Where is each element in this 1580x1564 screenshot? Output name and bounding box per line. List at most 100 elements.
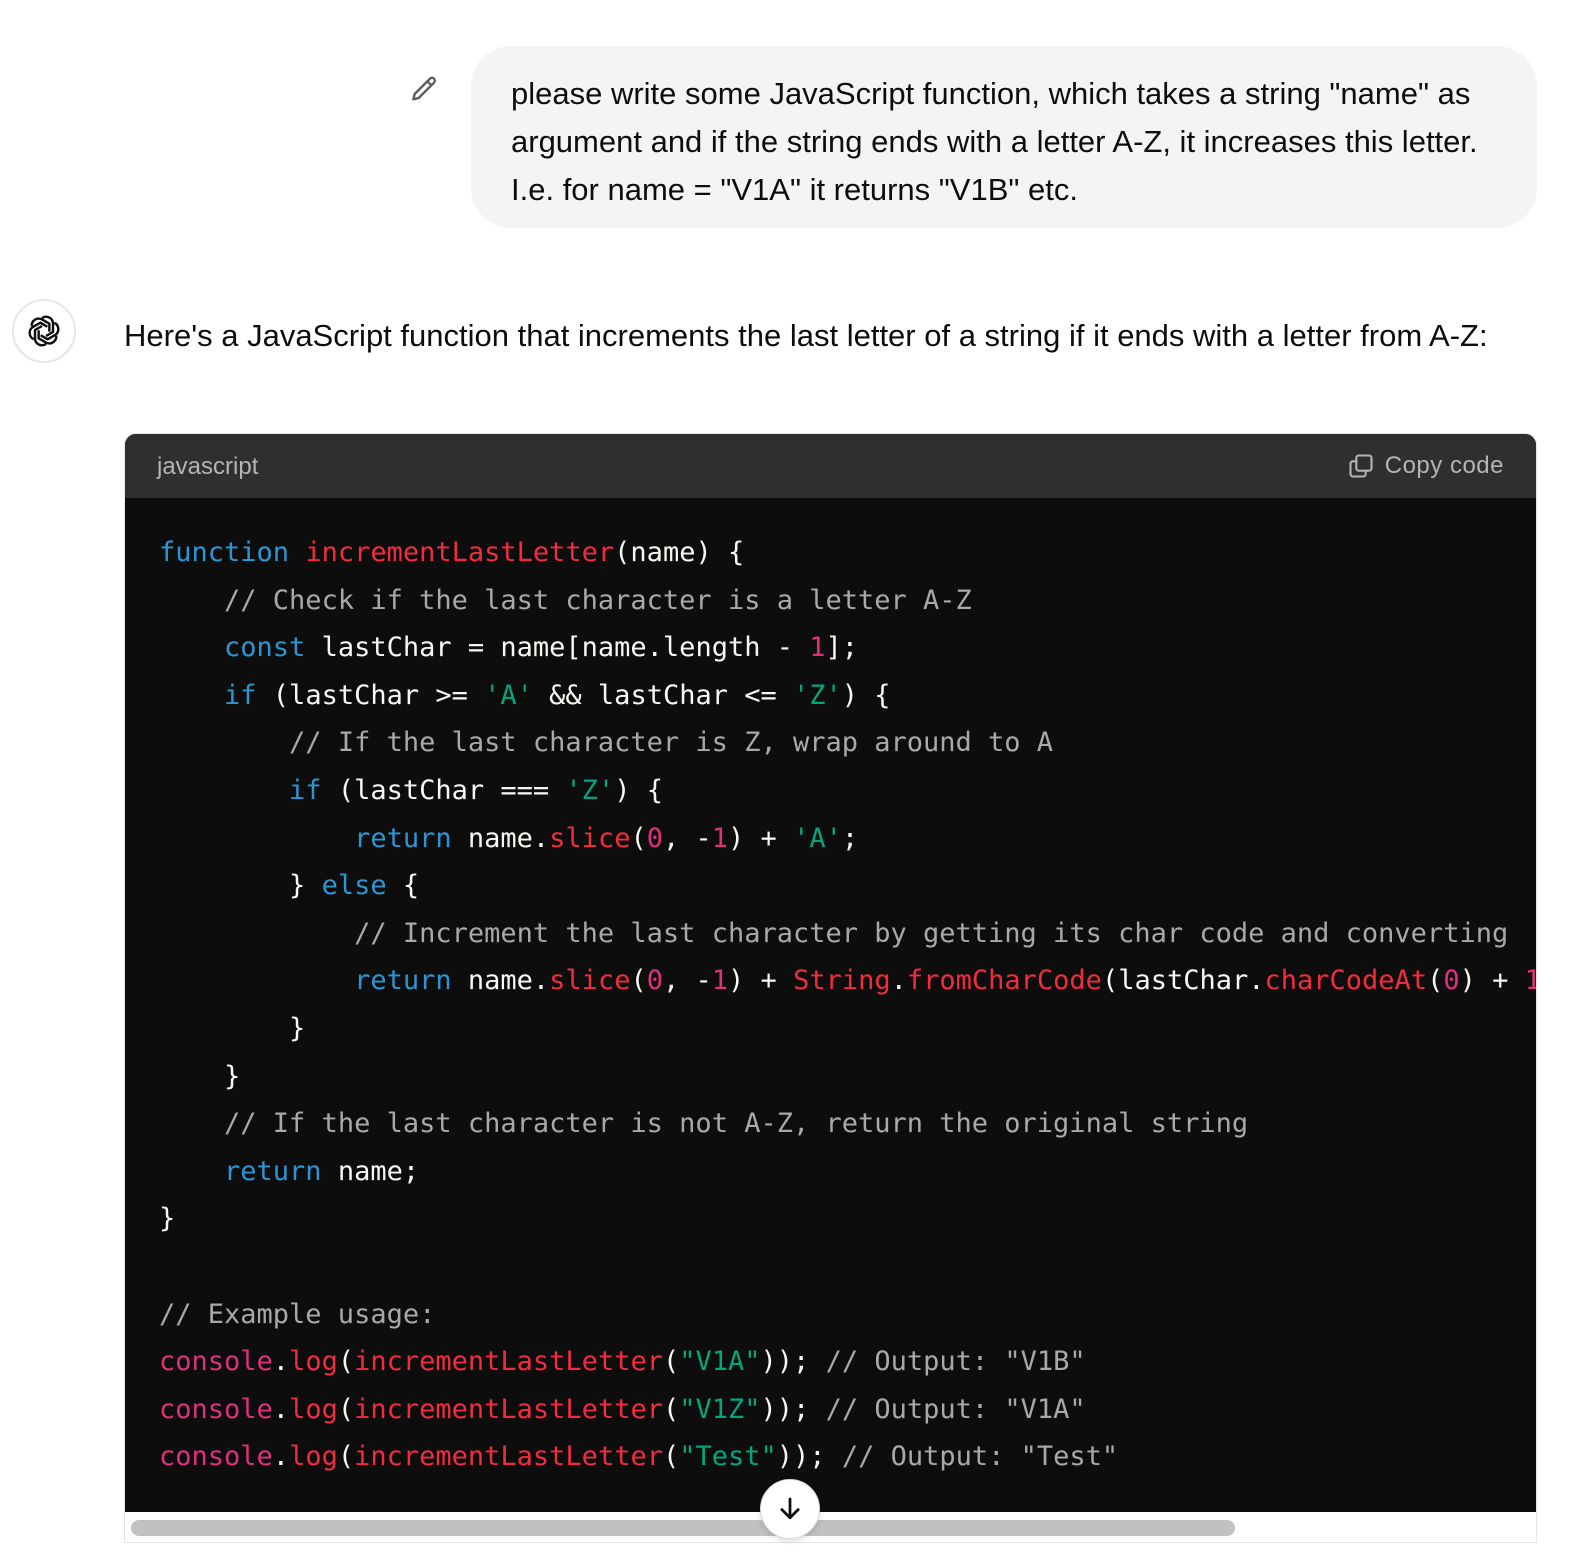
code-token: lastChar = name[name.length -: [305, 632, 810, 664]
code-token: // Check if the last character is a lett…: [224, 584, 972, 616]
code-token: ) +: [728, 965, 794, 997]
code-token: log: [289, 1441, 338, 1473]
code-token: name;: [321, 1155, 420, 1187]
code-token: , -: [662, 822, 712, 854]
code-token: slice: [549, 965, 631, 997]
code-line: }: [159, 1061, 240, 1092]
code-token: (: [662, 1441, 680, 1473]
code-token: (: [337, 1393, 355, 1425]
assistant-intro-text: Here's a JavaScript function that increm…: [124, 318, 1488, 353]
code-line: console.log(incrementLastLetter("Test"))…: [159, 1441, 1118, 1472]
code-token: (: [337, 1441, 355, 1473]
code-token: (lastChar ===: [321, 774, 566, 806]
code-token: ;: [841, 822, 859, 854]
code-token: (: [1427, 965, 1444, 997]
code-token: incrementLastLetter: [305, 537, 615, 568]
code-token: "Test": [679, 1441, 777, 1473]
code-content: function incrementLastLetter(name) { // …: [159, 529, 1536, 1481]
code-token: 0: [1443, 965, 1460, 997]
code-token: // If the last character is Z, wrap arou…: [289, 727, 1054, 759]
code-token: charCodeAt: [1264, 965, 1428, 997]
copy-code-label: Copy code: [1384, 452, 1504, 479]
code-token: , -: [662, 965, 712, 997]
code-line: console.log(incrementLastLetter("V1A"));…: [159, 1346, 1086, 1377]
code-token: // If the last character is not A-Z, ret…: [224, 1108, 1249, 1140]
code-token: (lastChar >=: [256, 679, 485, 711]
code-token: "V1A": [679, 1346, 761, 1378]
code-token: && lastChar <=: [532, 679, 793, 711]
code-token: // Output: "V1B": [825, 1346, 1086, 1378]
code-token: (: [630, 965, 647, 997]
user-message-text: please write some JavaScript function, w…: [511, 76, 1478, 207]
code-token: function: [159, 537, 290, 568]
user-message-bubble: please write some JavaScript function, w…: [471, 46, 1537, 228]
copy-code-button[interactable]: Copy code: [1347, 452, 1504, 480]
code-token: (: [662, 1393, 680, 1425]
openai-logo-icon: [28, 315, 60, 347]
code-token: console: [159, 1441, 273, 1473]
code-token: ) +: [1459, 965, 1525, 997]
code-token: }: [159, 1012, 306, 1044]
code-token: }: [159, 1060, 241, 1092]
code-token: (: [630, 822, 647, 854]
code-token: incrementLastLetter: [354, 1441, 663, 1473]
code-token: slice: [549, 822, 631, 854]
code-token: console: [159, 1393, 273, 1425]
scrollbar-thumb[interactable]: [131, 1520, 1235, 1536]
code-line: }: [159, 1013, 305, 1044]
code-token: .: [890, 965, 907, 997]
code-token: (lastChar.: [1101, 965, 1265, 997]
code-line: if (lastChar >= 'A' && lastChar <= 'Z') …: [159, 680, 891, 711]
code-line: if (lastChar === 'Z') {: [159, 775, 663, 806]
code-token: }: [159, 1203, 176, 1235]
code-token: (name) {: [614, 537, 745, 568]
code-block: javascript Copy code function incrementL…: [124, 433, 1537, 1543]
code-token: (: [662, 1346, 680, 1378]
code-token: log: [289, 1393, 338, 1425]
code-token: {: [386, 870, 420, 902]
code-token: 1: [1525, 965, 1536, 996]
code-token: 'A': [793, 822, 842, 854]
code-token: incrementLastLetter: [354, 1346, 663, 1378]
code-token: ) {: [841, 679, 891, 711]
assistant-avatar: [12, 299, 76, 363]
code-token: console: [159, 1346, 273, 1378]
code-token: // Example usage:: [159, 1298, 436, 1330]
code-token: ) +: [728, 822, 794, 854]
code-token: 1: [809, 632, 826, 664]
scroll-to-bottom-button[interactable]: [760, 1479, 820, 1539]
code-header: javascript Copy code: [125, 434, 1536, 498]
code-token: // Output: "Test": [841, 1441, 1119, 1473]
horizontal-scrollbar[interactable]: [125, 1512, 1536, 1542]
code-line: // Example usage:: [159, 1299, 435, 1330]
code-token: if: [224, 679, 257, 711]
code-line: } else {: [159, 870, 419, 901]
code-line: }: [159, 1203, 175, 1234]
code-token: name.: [451, 822, 550, 854]
code-token: 'Z': [793, 679, 842, 711]
code-token: 0: [646, 822, 663, 854]
code-token: else: [321, 870, 387, 902]
code-line: return name;: [159, 1156, 419, 1187]
code-line: return name.slice(0, -1) + String.fromCh…: [159, 965, 1536, 996]
code-body[interactable]: function incrementLastLetter(name) { // …: [159, 529, 1536, 1502]
edit-message-button[interactable]: [408, 74, 440, 106]
code-line: const lastChar = name[name.length - 1];: [159, 632, 858, 663]
code-token: ) {: [614, 774, 663, 806]
code-token: ));: [776, 1441, 826, 1473]
pencil-icon: [412, 76, 437, 101]
code-token: name.: [451, 965, 550, 997]
code-token: String: [793, 965, 891, 997]
code-line: // If the last character is not A-Z, ret…: [159, 1108, 1248, 1139]
